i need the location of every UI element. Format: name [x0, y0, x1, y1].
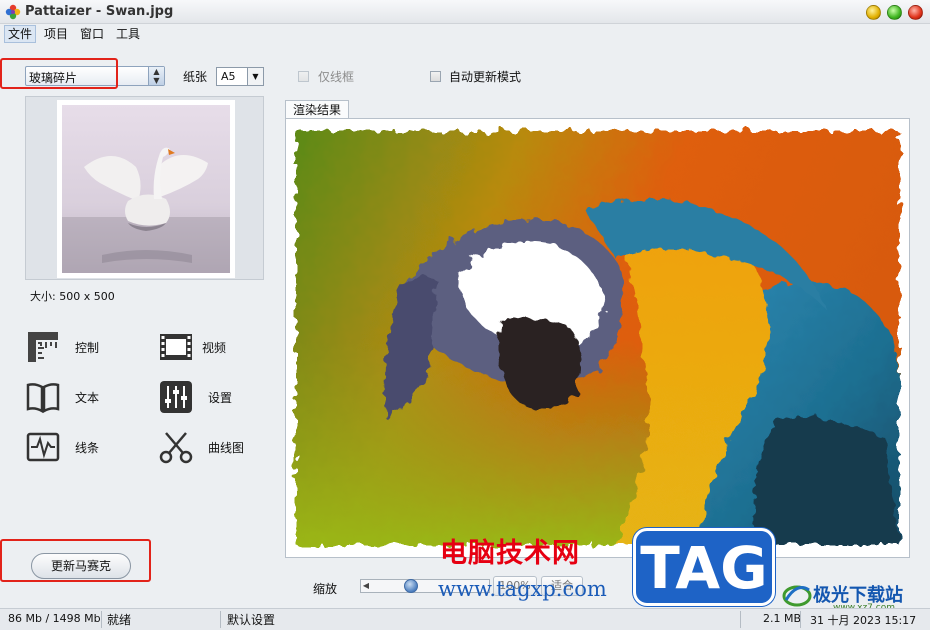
- paper-size-select[interactable]: A5 ▼: [216, 67, 264, 86]
- close-button[interactable]: [908, 5, 923, 20]
- status-settings: 默认设置: [227, 613, 276, 627]
- source-image-frame: [57, 100, 235, 278]
- ruler-control-icon[interactable]: [25, 329, 61, 365]
- frame-only-checkbox[interactable]: [298, 71, 309, 82]
- status-bar: 86 Mb / 1498 Mb 就绪 默认设置 2.1 MB 31 十月 202…: [0, 608, 930, 630]
- aurora-logo-icon: [782, 585, 812, 607]
- status-divider: [220, 611, 221, 628]
- dropdown-arrows-icon: ▲ ▼: [148, 67, 164, 85]
- book-text-icon[interactable]: [25, 379, 61, 415]
- swan-photo-image: [62, 105, 230, 273]
- watermark-site-name: 电脑技术网: [440, 538, 580, 569]
- minimize-button[interactable]: [866, 5, 881, 20]
- maximize-button[interactable]: [887, 5, 902, 20]
- zoom-slider-thumb[interactable]: [404, 579, 418, 593]
- render-result-panel: [285, 118, 910, 558]
- sliders-settings-icon[interactable]: [158, 379, 194, 415]
- tool-video-label[interactable]: 视频: [202, 339, 226, 356]
- source-preview-panel: [25, 96, 264, 280]
- paper-label: 纸张: [183, 70, 208, 84]
- menu-window[interactable]: 窗口: [77, 25, 107, 43]
- title-bar: Pattaizer - Swan.jpg: [0, 0, 930, 24]
- auto-update-label: 自动更新模式: [449, 70, 522, 84]
- status-divider: [101, 611, 102, 628]
- slider-left-arrow-icon[interactable]: ◀: [360, 579, 372, 593]
- watermark-tag-badge: TAG: [633, 528, 775, 606]
- app-logo-icon: [5, 4, 21, 20]
- mosaic-mode-select[interactable]: 玻璃碎片 ▲ ▼: [25, 66, 165, 86]
- status-divider: [740, 611, 741, 628]
- window-title: Pattaizer - Swan.jpg: [25, 4, 174, 19]
- status-memory: 86 Mb / 1498 Mb: [8, 612, 101, 625]
- tool-lines-label[interactable]: 线条: [75, 439, 99, 456]
- status-file-size: 2.1 MB: [763, 612, 802, 625]
- tool-curves-label[interactable]: 曲线图: [208, 439, 244, 456]
- image-size-text: 大小: 500 x 500: [30, 290, 115, 303]
- mosaic-mode-value: 玻璃碎片: [29, 71, 78, 85]
- mosaic-parrot-image: [296, 131, 899, 546]
- tool-control-label[interactable]: 控制: [75, 339, 99, 356]
- tool-text-label[interactable]: 文本: [75, 389, 99, 406]
- menu-tools[interactable]: 工具: [113, 25, 143, 43]
- frame-only-label: 仅线框: [318, 70, 355, 84]
- watermark-site-url: www.tagxp.com: [438, 577, 607, 601]
- status-datetime: 31 十月 2023 15:17: [810, 614, 917, 627]
- zoom-label: 缩放: [313, 582, 338, 596]
- menu-project[interactable]: 项目: [41, 25, 71, 43]
- status-divider: [800, 611, 801, 628]
- paper-size-value: A5: [221, 70, 236, 83]
- update-mosaic-button[interactable]: 更新马赛克: [31, 553, 131, 579]
- tool-settings-label[interactable]: 设置: [208, 389, 232, 406]
- film-video-icon[interactable]: [158, 329, 194, 365]
- status-state: 就绪: [107, 613, 132, 627]
- menu-file[interactable]: 文件: [4, 25, 37, 43]
- chevron-down-icon: ▼: [247, 68, 263, 85]
- tab-render-result[interactable]: 渲染结果: [285, 100, 350, 119]
- menu-bar: 文件 项目 窗口 工具: [0, 24, 930, 44]
- auto-update-checkbox[interactable]: [430, 71, 441, 82]
- pulse-lines-icon[interactable]: [25, 429, 61, 465]
- scissors-curves-icon[interactable]: [158, 429, 194, 465]
